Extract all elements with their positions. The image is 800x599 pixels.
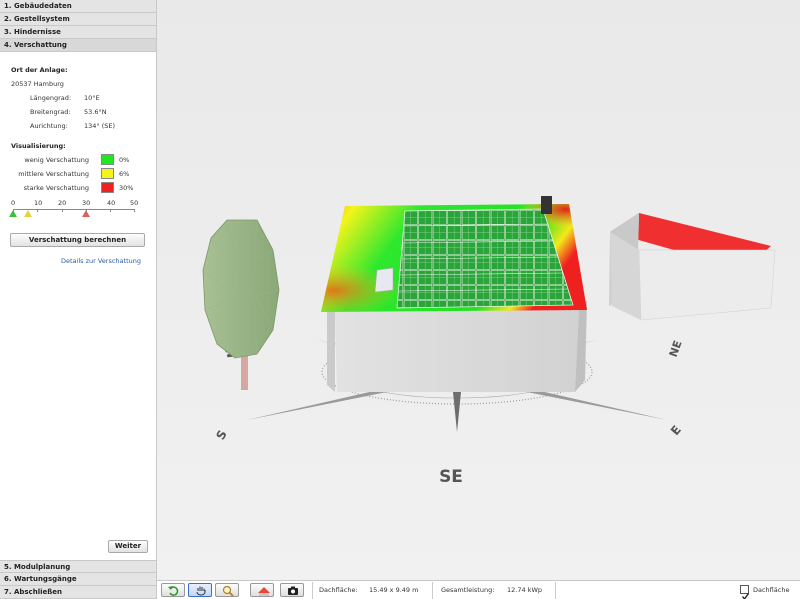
scale-label: 30 [82,199,91,207]
orientation-label: Aurichtung: [30,122,68,130]
scale-label: 10 [34,199,43,207]
3d-scene-viewport[interactable]: SE S E NE SW [157,0,800,580]
step-gebaeudedaten[interactable]: 1. Gebäudedaten [0,0,156,13]
slider-tick [110,209,111,212]
roof-size-value: 15.49 x 9.49 m [369,586,419,594]
longitude-label: Längengrad: [30,94,72,102]
main-house [327,300,587,392]
rotate-view-button[interactable] [161,583,185,597]
total-power-label: Gesamtleistung: [441,586,495,594]
legend-high-swatch [101,182,114,193]
legend-high-label: starke Verschattung [23,184,89,192]
orientation-value: 134° (SE) [84,122,116,130]
rotate-icon [168,586,179,596]
scale-label: 20 [58,199,67,207]
step-gestellsystem[interactable]: 2. Gestellsystem [0,13,156,26]
legend-high-value: 30% [119,184,134,192]
roof-view-button[interactable] [250,583,274,597]
checkmark-icon [741,593,750,599]
slider-tick [62,209,63,212]
longitude-value: 10°E [84,94,100,102]
slider-tick [37,209,38,212]
shading-details-link[interactable]: Details zur Verschattung [61,257,141,265]
visualization-heading: Visualisierung: [11,142,66,150]
step-abschliessen[interactable]: 7. Abschließen [0,586,156,599]
roof-size-label: Dachfläche: [319,586,358,594]
step-hindernisse[interactable]: 3. Hindernisse [0,26,156,39]
bottom-toolbar: Dachfläche: 15.49 x 9.49 m Gesamtleistun… [157,580,800,599]
skylight-obstacle [374,267,394,293]
pan-view-button[interactable] [188,583,212,597]
calculate-shading-button[interactable]: Verschattung berechnen [10,233,145,247]
slider-marker[interactable] [23,210,32,217]
location-place: 20537 Hamburg [11,80,64,88]
legend-mid-swatch [101,168,114,179]
step-verschattung[interactable]: 4. Verschattung [0,39,156,52]
toolbar-separator [432,582,433,599]
slider-tick [134,209,135,212]
legend-mid-value: 6% [119,170,130,178]
slider-marker[interactable] [81,210,90,217]
zoom-button[interactable] [215,583,239,597]
camera-icon [288,586,298,595]
legend-mid-label: mittlere Verschattung [18,170,89,178]
shading-panel: Ort der Anlage: 20537 Hamburg Längengrad… [0,52,156,562]
toolbar-separator [555,582,556,599]
sidebar: 1. Gebäudedaten 2. Gestellsystem 3. Hind… [0,0,157,599]
scale-label: 0 [11,199,16,207]
step-modulplanung[interactable]: 5. Modulplanung [0,560,156,573]
roof-icon [258,587,270,596]
step-wartungsgaenge[interactable]: 6. Wartungsgänge [0,573,156,586]
scale-label: 40 [107,199,116,207]
location-heading: Ort der Anlage: [11,66,68,74]
hand-icon [196,586,206,596]
magnifier-icon [222,585,234,597]
latitude-label: Breitengrad: [30,108,71,116]
total-power-value: 12.74 kWp [507,586,542,594]
legend-low-label: wenig Verschattung [24,156,89,164]
chimney-obstacle [541,196,552,214]
next-button[interactable]: Weiter [108,540,148,553]
legend-low-value: 0% [119,156,130,164]
slider-marker[interactable] [9,210,17,217]
scale-label: 50 [130,199,139,207]
roof-checkbox-label: Dachfläche [753,586,790,594]
app-window: 1. Gebäudedaten 2. Gestellsystem 3. Hind… [0,0,800,599]
legend-low-swatch [101,154,114,165]
toolbar-separator [312,582,313,599]
screenshot-button[interactable] [280,583,304,597]
latitude-value: 53.6°N [84,108,107,116]
roof-visibility-checkbox[interactable] [740,585,750,599]
compass-label-se: SE [439,467,463,487]
